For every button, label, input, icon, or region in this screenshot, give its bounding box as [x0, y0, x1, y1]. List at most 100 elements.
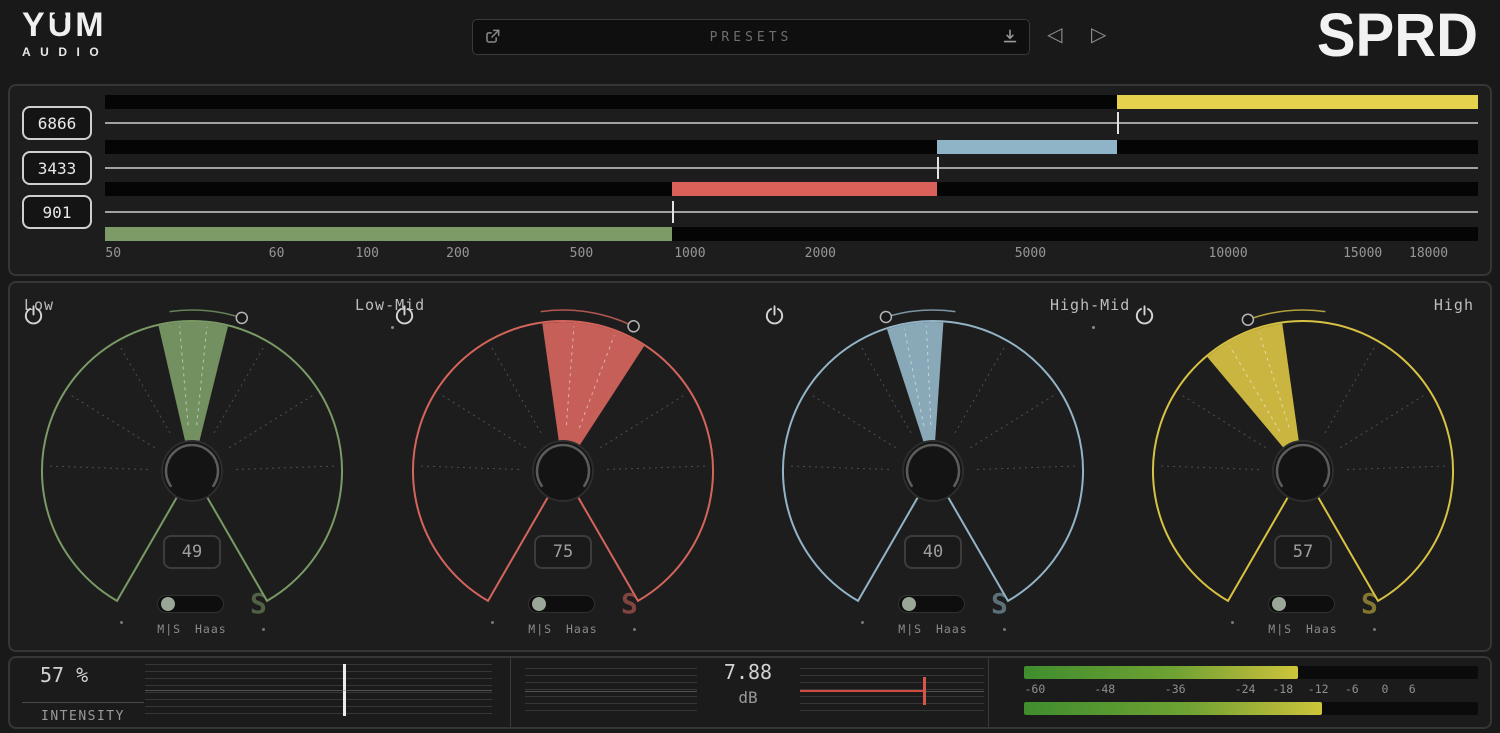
automation-dot [120, 621, 123, 624]
width-value-high[interactable]: 57 [1274, 535, 1332, 569]
logo-eye-dot [52, 14, 57, 19]
automation-dot [633, 628, 636, 631]
band-bar-low-mid [105, 182, 1478, 196]
crossover-slider-high[interactable] [105, 122, 1478, 124]
intensity-slider-handle[interactable] [343, 664, 346, 716]
presets-bar[interactable]: PRESETS [472, 19, 1030, 55]
toggle-knob[interactable] [902, 597, 916, 611]
band-segment-high [1117, 95, 1478, 109]
width-value-high-mid[interactable]: 40 [904, 535, 962, 569]
meter-tick: 0 [1381, 682, 1388, 696]
freq-tick: 100 [355, 246, 378, 261]
presets-label[interactable]: PRESETS [511, 30, 991, 45]
solo-button[interactable]: S [621, 587, 638, 620]
freq-tick: 500 [570, 246, 593, 261]
meter-right [1024, 702, 1478, 715]
freq-tick: 2000 [805, 246, 836, 261]
crossover-slider-mid[interactable] [105, 167, 1478, 169]
width-value-low-mid[interactable]: 75 [534, 535, 592, 569]
automation-dot [861, 621, 864, 624]
band-bar-low [105, 227, 1478, 241]
divider [988, 658, 989, 727]
ms-haas-toggle[interactable] [1268, 595, 1335, 613]
automation-dot [1003, 628, 1006, 631]
freq-tick: 15000 [1343, 246, 1382, 261]
band-bar-high [105, 95, 1478, 109]
crossover-handle-low[interactable] [672, 201, 674, 223]
ms-haas-toggle[interactable] [898, 595, 965, 613]
logo-eye-dot [61, 14, 66, 19]
band-segment-low-mid [672, 182, 937, 196]
intensity-slider[interactable] [145, 664, 492, 716]
crossover-value-mid[interactable]: 3433 [22, 151, 92, 185]
solo-button[interactable]: S [1361, 587, 1378, 620]
toggle-knob[interactable] [1272, 597, 1286, 611]
yum-audio-logo: YUM AUDIO [22, 8, 108, 59]
logo-yum-text: YUM [22, 8, 108, 42]
db-slider-right[interactable] [800, 668, 984, 714]
width-dial[interactable] [1133, 303, 1473, 643]
db-unit: dB [700, 688, 796, 707]
meter-tick: -48 [1094, 682, 1115, 696]
width-value-low[interactable]: 49 [163, 535, 221, 569]
band-bar-high-mid [105, 140, 1478, 154]
band-dial-low-mid: 75 S M|S Haas [393, 303, 733, 648]
ms-haas-label: M|S Haas [140, 622, 244, 636]
plugin-window: YUM AUDIO PRESETS ◁ ▷ SPRD [0, 0, 1500, 733]
divider [510, 658, 511, 727]
solo-button[interactable]: S [250, 587, 267, 620]
crossover-handle-mid[interactable] [937, 157, 939, 179]
freq-tick: 200 [446, 246, 469, 261]
automation-dot [491, 621, 494, 624]
frequency-split-panel: 6866 3433 901 50 60 100 200 500 1000 200… [8, 84, 1492, 276]
sprd-logo: SPRD [1317, 0, 1478, 70]
intensity-value: 57 % [40, 663, 88, 687]
next-preset-button[interactable]: ▷ [1091, 22, 1106, 46]
meter-tick: -60 [1025, 682, 1046, 696]
toggle-knob[interactable] [161, 597, 175, 611]
prev-preset-button[interactable]: ◁ [1047, 22, 1062, 46]
automation-dot [1373, 628, 1376, 631]
ms-haas-toggle[interactable] [157, 595, 224, 613]
width-knobs-panel: Low Low-Mid High-Mid High 49 S M|S Haas … [8, 281, 1492, 652]
width-dial[interactable] [763, 303, 1103, 643]
automation-dot [1231, 621, 1234, 624]
automation-dot [262, 628, 265, 631]
meter-tick: -12 [1308, 682, 1329, 696]
freq-tick: 18000 [1409, 246, 1448, 261]
power-button[interactable] [763, 303, 786, 326]
crossover-value-low[interactable]: 901 [22, 195, 92, 229]
ms-haas-label: M|S Haas [511, 622, 615, 636]
width-dial[interactable] [393, 303, 733, 643]
load-preset-icon[interactable] [1000, 27, 1020, 47]
ms-haas-toggle[interactable] [528, 595, 595, 613]
meter-tick: -24 [1235, 682, 1256, 696]
meter-left-fill [1024, 666, 1298, 679]
band-dial-low: 49 S M|S Haas [22, 303, 362, 648]
crossover-handle-high[interactable] [1117, 112, 1119, 134]
ms-haas-label: M|S Haas [881, 622, 985, 636]
output-meters: -60 -48 -36 -24 -18 -12 -6 0 6 [1024, 658, 1478, 727]
band-segment-high-mid [937, 140, 1117, 154]
db-value: 7.88 [700, 660, 796, 684]
meter-tick: 6 [1409, 682, 1416, 696]
power-button[interactable] [1133, 303, 1156, 326]
meter-tick: -6 [1345, 682, 1359, 696]
toggle-knob[interactable] [532, 597, 546, 611]
band-dial-high: 57 S M|S Haas [1133, 303, 1473, 648]
crossover-slider-low[interactable] [105, 211, 1478, 213]
freq-tick: 60 [269, 246, 285, 261]
db-slider-handle[interactable] [923, 677, 926, 705]
footer-bar: 57 % INTENSITY 7.88 dB -60 -48 -36 -24 [8, 656, 1492, 729]
solo-button[interactable]: S [991, 587, 1008, 620]
meter-right-fill [1024, 702, 1322, 715]
db-slider-left[interactable] [525, 668, 697, 714]
power-button[interactable] [393, 303, 416, 326]
crossover-value-high[interactable]: 6866 [22, 106, 92, 140]
band-segment-low [105, 227, 672, 241]
logo-letter-u: U [48, 8, 76, 42]
export-preset-icon[interactable] [482, 27, 502, 47]
power-button[interactable] [22, 303, 45, 326]
logo-letter-m: M [75, 8, 106, 42]
width-dial[interactable] [22, 303, 362, 643]
